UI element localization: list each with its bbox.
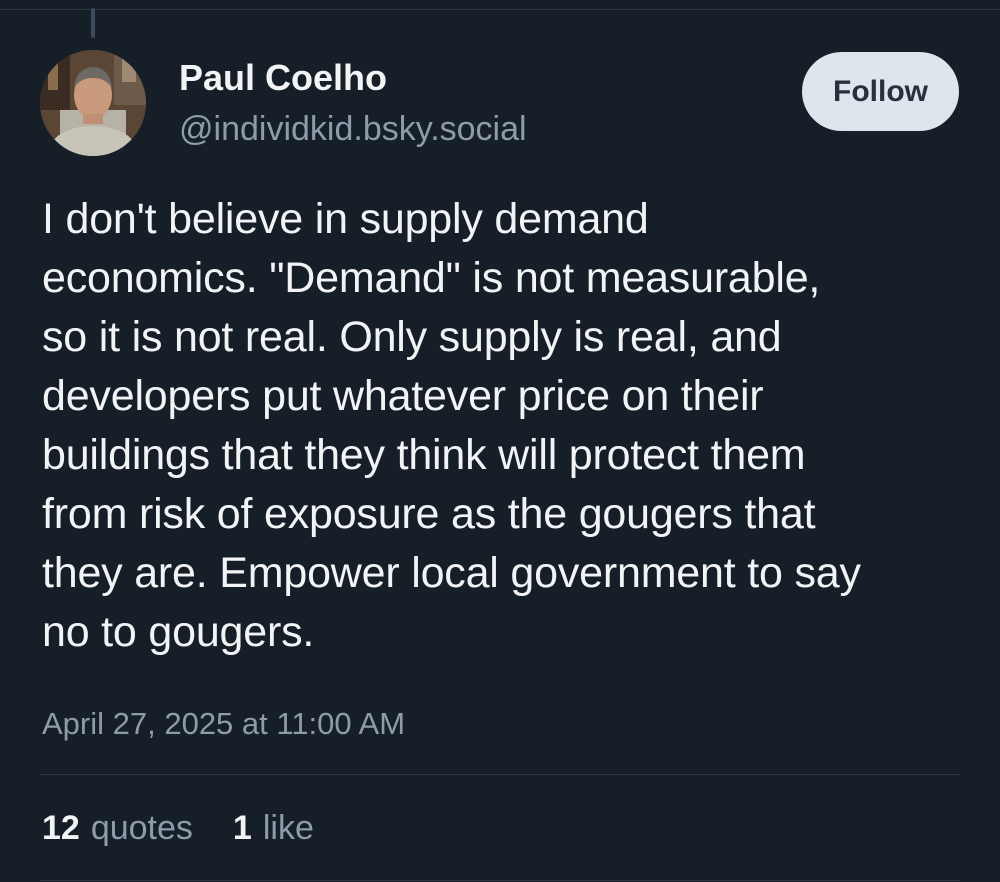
quotes-label: quotes — [90, 809, 193, 847]
stats-divider — [40, 774, 960, 775]
thread-connector-line — [91, 8, 95, 38]
post-text-line: I don't believe in supply demand — [42, 195, 649, 243]
top-divider — [0, 0, 1000, 10]
avatar-photo-icon — [40, 50, 146, 156]
post-text-line: economics. "Demand" is not measurable, — [42, 254, 821, 302]
post-text-line: they are. Empower local government to sa… — [42, 549, 861, 597]
likes-stat[interactable]: 1 like — [233, 806, 314, 850]
post-detail-view: Paul Coelho @individkid.bsky.social Foll… — [0, 0, 1000, 882]
likes-count: 1 — [232, 809, 252, 847]
bottom-divider — [40, 880, 960, 881]
post-text-line: developers put whatever price on their — [42, 372, 764, 420]
likes-label: like — [262, 809, 314, 847]
author-handle[interactable]: @individkid.bsky.social — [179, 108, 527, 150]
post-text-line: from risk of exposure as the gougers tha… — [42, 490, 816, 538]
follow-button[interactable]: Follow — [802, 52, 959, 131]
author-avatar[interactable] — [40, 50, 146, 156]
post-stats: 12 quotes 1 like — [42, 806, 354, 850]
post-body-text: I don't believe in supply demand economi… — [42, 190, 972, 662]
post-text-line: no to gougers. — [42, 608, 315, 656]
quotes-count: 12 — [42, 809, 80, 847]
post-timestamp[interactable]: April 27, 2025 at 11:00 AM — [42, 704, 405, 744]
author-display-name[interactable]: Paul Coelho — [179, 56, 387, 100]
post-text-line: so it is not real. Only supply is real, … — [42, 313, 782, 361]
quotes-stat[interactable]: 12 quotes — [42, 806, 193, 850]
post-text-line: buildings that they think will protect t… — [42, 431, 806, 479]
